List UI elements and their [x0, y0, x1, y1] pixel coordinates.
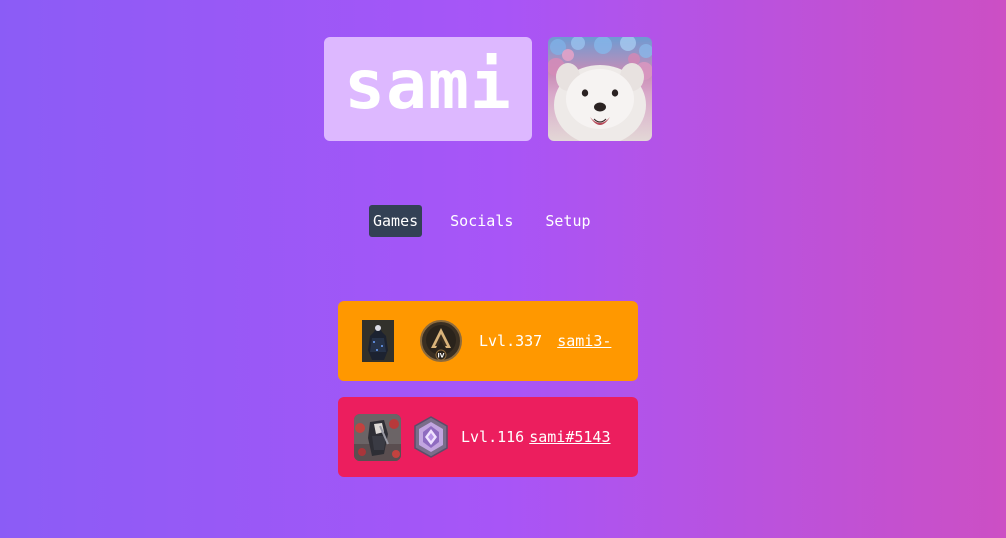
apex-level: Lvl.337 — [479, 332, 543, 350]
apex-rank-badge-icon: IV — [420, 320, 462, 362]
game-card-apex: IV Lvl.337 sami3- — [338, 301, 638, 381]
valorant-handle-link[interactable]: sami#5143 — [529, 428, 610, 446]
tab-games[interactable]: Games — [369, 205, 423, 237]
main-nav: Games Socials Setup — [369, 205, 595, 237]
apex-rank-label: IV — [438, 353, 445, 360]
apex-handle-link[interactable]: sami3- — [557, 332, 611, 350]
name-box: sami — [324, 37, 532, 141]
game-card-valorant: Lvl.116 sami#5143 — [338, 397, 638, 477]
apex-legend-character-icon — [362, 320, 394, 362]
samoyed-dog-photo-icon — [548, 37, 652, 141]
avatar — [548, 37, 652, 141]
tab-socials[interactable]: Socials — [446, 205, 517, 237]
profile-name: sami — [344, 46, 512, 125]
valorant-rank-badge-icon — [409, 415, 453, 459]
profile-header: sami — [324, 37, 652, 141]
valorant-agent-icon — [354, 413, 401, 461]
valorant-level: Lvl.116 — [461, 428, 525, 446]
tab-setup[interactable]: Setup — [541, 205, 594, 237]
